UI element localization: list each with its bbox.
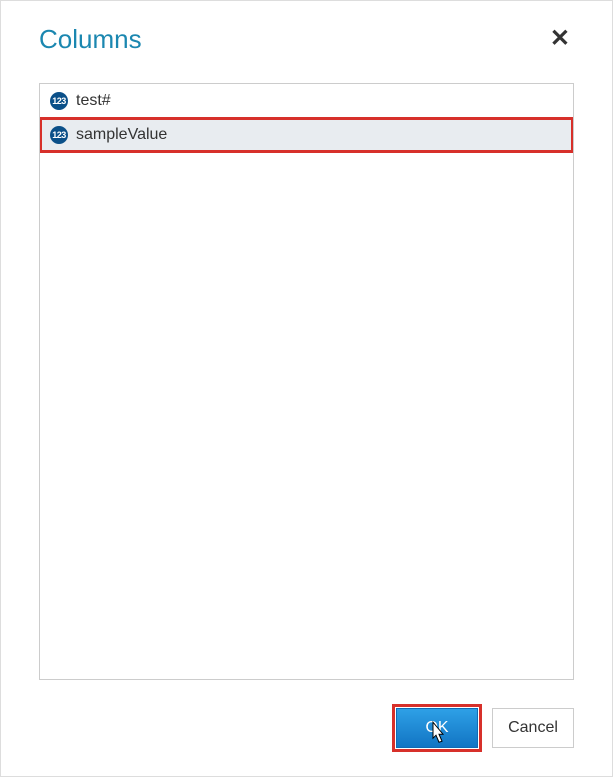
dialog-title: Columns (39, 24, 142, 55)
ok-button[interactable]: OK (396, 708, 478, 748)
list-item-label: test# (76, 92, 111, 110)
ok-button-label: OK (425, 719, 448, 737)
dialog-header: Columns ✕ (39, 23, 574, 55)
cancel-button[interactable]: Cancel (492, 708, 574, 748)
columns-list[interactable]: 123 test# 123 sampleValue (39, 83, 574, 680)
list-item[interactable]: 123 sampleValue (40, 118, 573, 152)
dialog-footer: OK Cancel (39, 708, 574, 748)
cancel-button-label: Cancel (508, 719, 558, 737)
numeric-type-icon: 123 (50, 126, 68, 144)
numeric-type-icon: 123 (50, 92, 68, 110)
close-button[interactable]: ✕ (546, 23, 574, 55)
close-icon: ✕ (550, 25, 570, 52)
list-item-label: sampleValue (76, 126, 167, 144)
list-item[interactable]: 123 test# (40, 84, 573, 118)
columns-dialog: Columns ✕ 123 test# 123 sampleValue OK C… (0, 0, 613, 777)
